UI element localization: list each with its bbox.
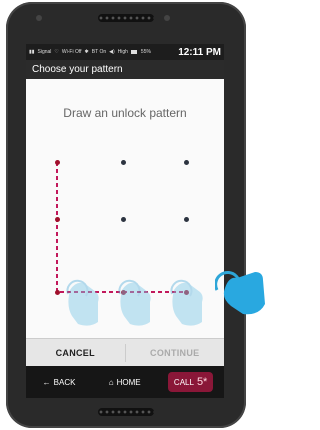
back-button[interactable]: ← BACK bbox=[37, 372, 82, 392]
swipe-hand-icon bbox=[215, 271, 265, 315]
bottom-speaker bbox=[98, 408, 154, 416]
back-arrow-icon: ← bbox=[42, 377, 51, 387]
swipe-hint-hand-icon bbox=[118, 279, 151, 326]
front-camera bbox=[36, 15, 42, 21]
home-button[interactable]: ⌂ HOME bbox=[103, 372, 147, 392]
navigation-bar: ← BACK ⌂ HOME CALL 5* bbox=[26, 366, 224, 398]
call-label: CALL bbox=[173, 377, 194, 387]
pattern-dot-5[interactable] bbox=[121, 217, 126, 222]
pattern-dot-1[interactable] bbox=[55, 160, 60, 165]
back-label: BACK bbox=[53, 377, 76, 387]
call-button[interactable]: CALL 5* bbox=[167, 372, 214, 392]
action-bar: CANCEL CONTINUE bbox=[26, 338, 224, 367]
pattern-dot-7[interactable] bbox=[55, 290, 60, 295]
proximity-sensor bbox=[164, 15, 170, 21]
swipe-hint-hand-icon bbox=[170, 279, 203, 326]
pattern-dot-6[interactable] bbox=[184, 217, 189, 222]
swipe-hint-hand-icon bbox=[66, 279, 99, 326]
screen: ▮▮ Signal ♡ Wi-Fi Off ✱ BT On ◀) High 55… bbox=[26, 44, 224, 398]
home-icon: ⌂ bbox=[108, 377, 114, 387]
continue-button[interactable]: CONTINUE bbox=[126, 339, 225, 367]
phone-frame: ▮▮ Signal ♡ Wi-Fi Off ✱ BT On ◀) High 55… bbox=[6, 2, 246, 428]
pattern-dot-2[interactable] bbox=[121, 160, 126, 165]
call-number: 5* bbox=[196, 376, 208, 388]
pattern-dot-4[interactable] bbox=[55, 217, 60, 222]
cancel-button[interactable]: CANCEL bbox=[26, 339, 125, 367]
home-label: HOME bbox=[116, 377, 141, 387]
top-speaker bbox=[98, 14, 154, 22]
pattern-dot-3[interactable] bbox=[184, 160, 189, 165]
